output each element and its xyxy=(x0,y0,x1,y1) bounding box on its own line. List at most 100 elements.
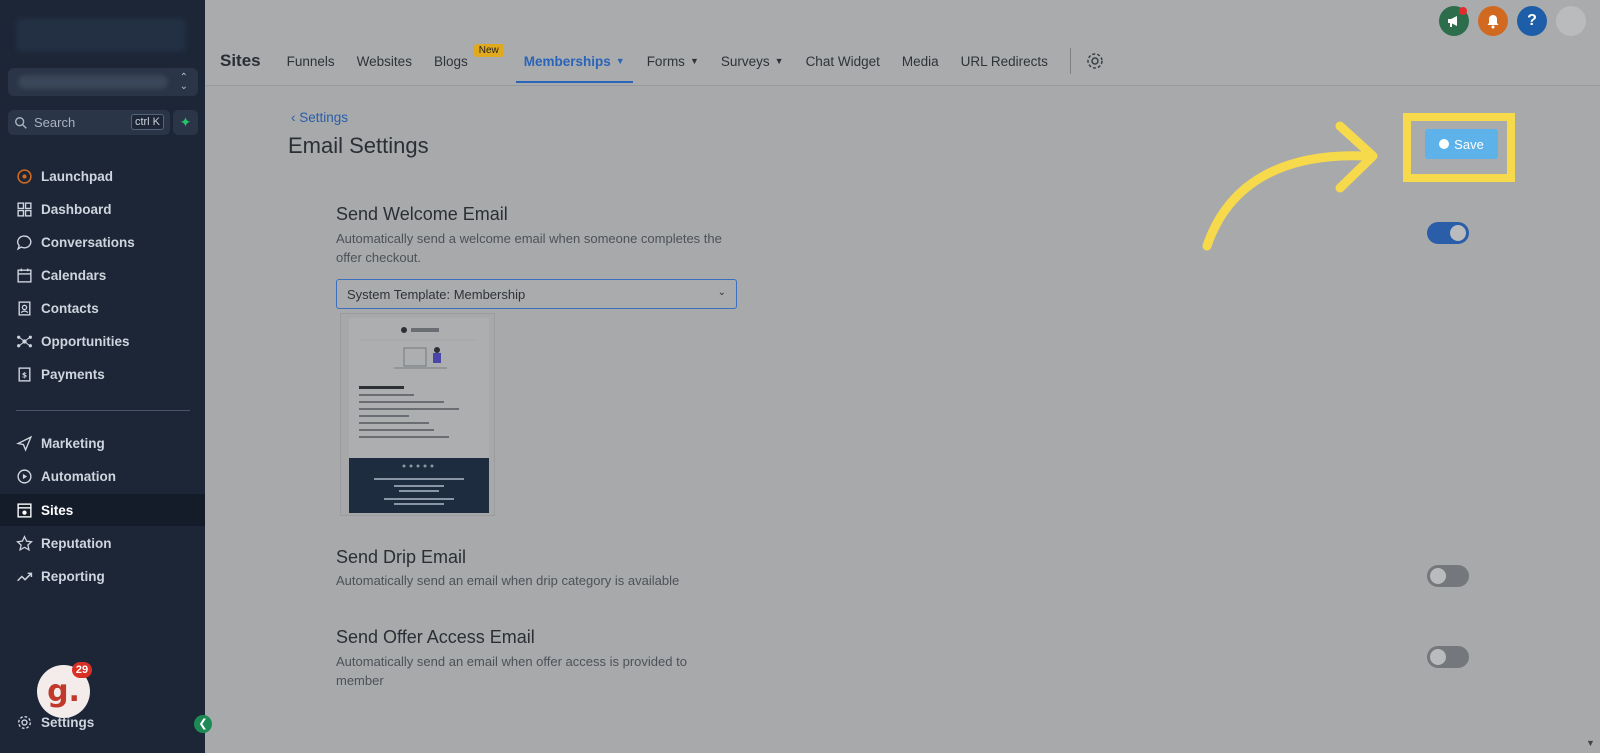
section-title: Sites xyxy=(220,51,261,70)
sites-tabs: Sites Funnels Websites Blogs New Members… xyxy=(220,44,1105,83)
sidebar-item-label: Reputation xyxy=(41,535,112,551)
sidebar-item-payments[interactable]: $ Payments xyxy=(0,358,205,390)
unread-dot xyxy=(1459,7,1467,15)
tab-label: Forms xyxy=(646,53,685,69)
sidebar-item-marketing[interactable]: Marketing xyxy=(0,427,205,459)
sidebar-item-reputation[interactable]: Reputation xyxy=(0,527,205,559)
scroll-down-arrow-icon[interactable]: ▼ xyxy=(1586,738,1595,748)
welcome-email-desc: Automatically send a welcome email when … xyxy=(336,231,722,265)
save-highlight: Save xyxy=(1403,113,1515,182)
site-icon xyxy=(17,502,32,518)
sidebar-item-automation[interactable]: Automation xyxy=(0,460,205,492)
tab-label: Memberships xyxy=(523,53,611,69)
tab-blogs[interactable]: Blogs New xyxy=(433,44,504,76)
tab-label: URL Redirects xyxy=(960,53,1048,69)
sidebar-search[interactable]: Search ctrl K xyxy=(8,110,170,135)
welcome-email-toggle[interactable] xyxy=(1427,222,1469,244)
sidebar-item-reporting[interactable]: Reporting xyxy=(0,560,205,592)
active-tab-indicator xyxy=(515,81,633,83)
breadcrumb[interactable]: ‹ Settings xyxy=(291,110,348,125)
offer-access-email-toggle[interactable] xyxy=(1427,646,1469,668)
tab-chat-widget[interactable]: Chat Widget xyxy=(806,46,880,76)
chevron-down-icon: ▼ xyxy=(615,56,625,66)
chevron-updown-icon: ⌃ ⌄ xyxy=(179,72,188,92)
template-preview[interactable] xyxy=(340,313,495,516)
sidebar-item-label: Launchpad xyxy=(41,168,114,184)
help-icon: ? xyxy=(1527,12,1537,29)
toggle-knob xyxy=(1430,649,1446,665)
drip-email-toggle[interactable] xyxy=(1427,565,1469,587)
sidebar-item-settings[interactable]: Settings xyxy=(0,706,205,738)
search-shortcut: ctrl K xyxy=(130,114,164,130)
offer-access-email-title: Send Offer Access Email xyxy=(336,627,535,647)
user-avatar[interactable] xyxy=(1556,6,1586,36)
select-value: System Template: Membership xyxy=(347,287,526,302)
tab-label: Surveys xyxy=(720,53,770,69)
sidebar-item-label: Opportunities xyxy=(41,333,130,349)
tab-forms[interactable]: Forms ▼ xyxy=(647,46,699,76)
announcement-button[interactable] xyxy=(1439,6,1469,36)
sidebar-item-label: Automation xyxy=(41,468,116,484)
welcome-template-select[interactable]: System Template: Membership ⌄ xyxy=(336,279,737,309)
sidebar-item-label: Reporting xyxy=(41,568,105,584)
toggle-knob xyxy=(1430,568,1446,584)
grid-icon xyxy=(17,201,32,217)
sidebar-item-opportunities[interactable]: Opportunities xyxy=(0,325,205,357)
chevron-down-icon: ▼ xyxy=(689,56,699,66)
play-icon xyxy=(17,468,32,484)
pointer-arrow-icon xyxy=(1202,121,1378,251)
search-icon xyxy=(15,116,27,129)
tab-label: Blogs xyxy=(433,53,468,69)
sidebar-item-label: Payments xyxy=(41,366,105,382)
offer-access-email-desc: Automatically send an email when offer a… xyxy=(336,654,687,688)
company-logo xyxy=(16,18,186,52)
top-navigation: ? Sites Funnels Websites Blogs New Membe… xyxy=(205,0,1600,86)
tab-surveys[interactable]: Surveys ▼ xyxy=(721,46,784,76)
tab-label: Websites xyxy=(356,53,412,69)
sidebar-item-label: Calendars xyxy=(41,267,107,283)
sidebar-item-launchpad[interactable]: Launchpad xyxy=(0,160,205,192)
sidebar-divider xyxy=(16,410,190,411)
sidebar-item-sites[interactable]: Sites xyxy=(0,494,205,526)
sidebar-item-calendars[interactable]: Calendars xyxy=(0,259,205,291)
header-actions: ? xyxy=(1439,6,1586,36)
rocket-icon xyxy=(17,168,32,184)
drip-email-desc: Automatically send an email when drip ca… xyxy=(336,573,680,588)
save-button[interactable]: Save xyxy=(1425,129,1498,159)
receipt-icon: $ xyxy=(18,366,31,382)
help-button[interactable]: ? xyxy=(1517,6,1547,36)
gear-icon xyxy=(17,715,32,729)
template-preview-footer xyxy=(349,458,489,513)
welcome-email-title: Send Welcome Email xyxy=(336,204,508,224)
tab-divider xyxy=(1069,48,1071,74)
notifications-button[interactable] xyxy=(1478,6,1508,36)
bell-icon xyxy=(1487,15,1499,29)
sidebar-item-label: Settings xyxy=(41,714,95,730)
sidebar-item-label: Sites xyxy=(41,502,74,518)
sidebar-item-dashboard[interactable]: Dashboard xyxy=(0,193,205,225)
lightning-icon[interactable]: ✦ xyxy=(173,110,198,135)
sidebar-item-label: Dashboard xyxy=(41,201,112,217)
network-icon xyxy=(17,335,32,347)
sidebar-item-contacts[interactable]: Contacts xyxy=(0,292,205,324)
save-label: Save xyxy=(1454,136,1484,152)
tab-memberships[interactable]: Memberships ▼ xyxy=(515,46,633,83)
sidebar-item-label: Contacts xyxy=(41,300,99,316)
tab-media[interactable]: Media xyxy=(902,46,939,76)
drip-email-title: Send Drip Email xyxy=(336,547,467,567)
tab-url-redirects[interactable]: URL Redirects xyxy=(961,46,1048,76)
megaphone-icon xyxy=(1448,16,1457,27)
account-switcher[interactable]: ⌃ ⌄ xyxy=(8,68,198,96)
sidebar-item-label: Conversations xyxy=(41,234,135,250)
calendar-icon xyxy=(17,268,32,283)
trend-icon xyxy=(17,572,33,581)
toggle-knob xyxy=(1450,225,1466,241)
sidebar-item-conversations[interactable]: Conversations xyxy=(0,226,205,258)
gear-icon[interactable] xyxy=(1085,51,1105,71)
tab-websites[interactable]: Websites xyxy=(357,46,412,76)
chevron-down-icon: ⌄ xyxy=(717,287,726,298)
chat-icon xyxy=(16,234,32,250)
new-badge: New xyxy=(473,44,504,57)
chevron-down-icon: ▼ xyxy=(774,56,784,66)
tab-funnels[interactable]: Funnels xyxy=(287,46,335,76)
